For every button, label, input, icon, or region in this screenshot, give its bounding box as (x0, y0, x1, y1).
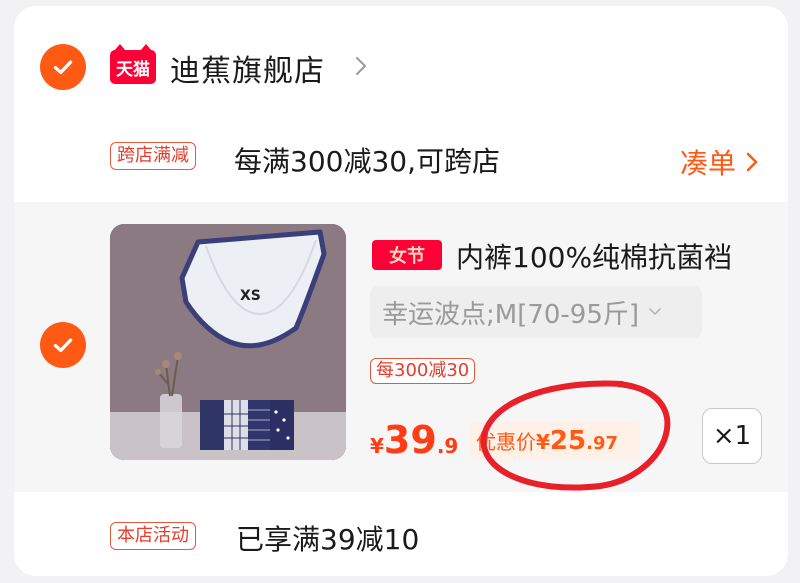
tmall-logo: 天猫 (110, 44, 156, 84)
chevron-right-icon (746, 152, 758, 172)
add-items-link[interactable]: 凑单 (680, 142, 760, 182)
store-select-checkbox[interactable] (40, 44, 86, 90)
price-decimal: .9 (436, 434, 459, 458)
product-thumbnail[interactable]: XS (110, 224, 346, 460)
checkmark-icon (53, 60, 73, 75)
underwear-product-image: XS (110, 224, 346, 460)
cross-store-tag: 跨店满减 (110, 142, 196, 170)
event-badge: 女节 (372, 240, 442, 270)
product-title[interactable]: 内裤100%纯棉抗菌裆 (456, 236, 732, 276)
chevron-right-icon[interactable] (350, 54, 372, 78)
chevron-down-icon (649, 308, 661, 316)
cross-store-promo-text: 每满300减30,可跨店 (234, 145, 500, 178)
add-items-label: 凑单 (679, 147, 736, 180)
cross-store-promo: 跨店满减 每满300减30,可跨店 凑单 (14, 134, 788, 184)
checkmark-icon (53, 338, 73, 353)
price-integer: 39 (383, 418, 437, 462)
coupon-price-currency: ¥ (536, 430, 550, 454)
discount-tag: 每300减30 (370, 358, 476, 384)
sku-selector[interactable]: 幸运波点;M[70-95斤] (370, 286, 702, 338)
unit-price: ¥39.9 (370, 418, 458, 462)
coupon-price-label: 优惠价 (476, 430, 536, 454)
svg-text:XS: XS (240, 288, 261, 304)
store-name[interactable]: 迪蕉旗舰店 (170, 46, 325, 90)
price-row: ¥39.9 优惠价 ¥25.97 (370, 418, 670, 468)
cart-store-card: 天猫 迪蕉旗舰店 跨店满减 每满300减30,可跨店 凑单 XS 女节 内裤10… (14, 6, 788, 576)
shop-activity-text: 已享满39减10 (236, 523, 420, 556)
sku-label: 幸运波点;M[70-95斤] (382, 299, 640, 330)
store-header[interactable]: 天猫 迪蕉旗舰店 (14, 36, 788, 96)
shop-activity: 本店活动 已享满39减10 (14, 514, 788, 564)
cart-item: XS 女节 内裤100%纯棉抗菌裆 幸运波点;M[70-95斤] 每300减30… (14, 202, 788, 492)
coupon-price-decimal: .97 (586, 433, 618, 454)
price-currency: ¥ (370, 434, 384, 458)
shop-activity-tag: 本店活动 (110, 522, 196, 550)
coupon-price-integer: 25 (549, 426, 587, 456)
quantity-stepper[interactable]: ×1 (702, 408, 762, 464)
item-select-checkbox[interactable] (40, 322, 86, 368)
coupon-price: 优惠价 ¥25.97 (470, 422, 640, 460)
